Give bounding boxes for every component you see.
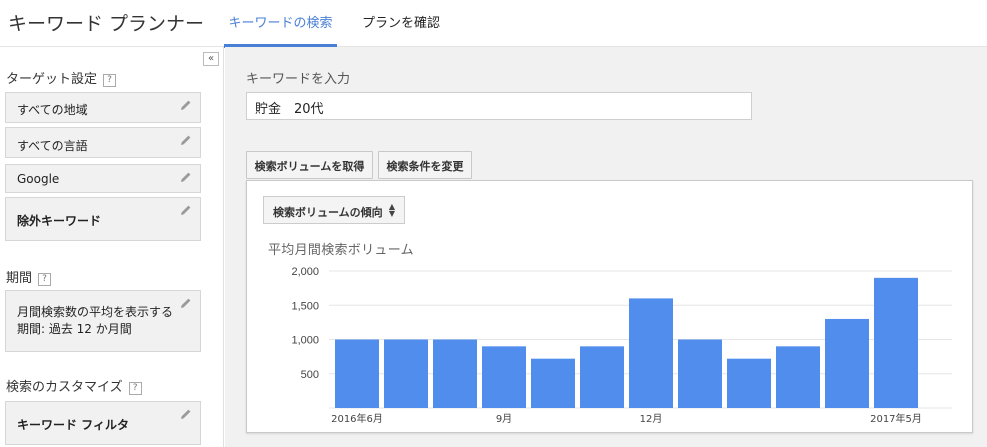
sidebar-item-network[interactable]: Google <box>5 164 201 193</box>
main-content: キーワードを入力 貯金 20代 検索ボリュームを取得 検索条件を変更 検索ボリュ… <box>225 47 987 447</box>
y-tick-label: 2,000 <box>291 266 319 278</box>
keyword-input[interactable]: 貯金 20代 <box>246 92 752 120</box>
help-icon[interactable]: ? <box>128 382 142 395</box>
customize-section-title: 検索のカスタマイズ? <box>6 376 142 395</box>
x-tick-label: 2016年6月 <box>331 412 383 425</box>
sidebar-item-label: Google <box>17 172 60 186</box>
bar[interactable] <box>482 346 526 408</box>
search-volume-chart: 2,000 1,500 1,000 500 2016年6月 9月 12月 2017年5月 <box>291 266 952 425</box>
sidebar: « ターゲット設定? すべての地域 すべての言語 Google 除外キーワード … <box>0 47 224 447</box>
change-criteria-button[interactable]: 検索条件を変更 <box>378 151 472 179</box>
bar[interactable] <box>580 346 624 408</box>
sidebar-item-label: キーワード フィルタ <box>17 418 129 432</box>
x-tick-label: 2017年5月 <box>870 412 922 425</box>
targeting-title: ターゲット設定 <box>6 72 98 87</box>
y-tick-label: 1,000 <box>291 335 319 347</box>
tab-keyword-search[interactable]: キーワードの検索 <box>224 0 337 48</box>
sidebar-item-label: すべての地域 <box>17 103 88 117</box>
sidebar-item-negative-keywords[interactable]: 除外キーワード <box>5 197 201 241</box>
x-tick-label: 9月 <box>496 413 512 425</box>
period-section-title: 期間? <box>6 267 52 286</box>
app-title: キーワード プランナー <box>8 13 205 35</box>
bar[interactable] <box>776 346 820 408</box>
pencil-icon <box>181 100 191 110</box>
bar[interactable] <box>335 339 379 409</box>
sidebar-item-keyword-filter[interactable]: キーワード フィルタ <box>5 401 201 445</box>
pencil-icon <box>181 205 191 215</box>
targeting-section-title: ターゲット設定? <box>6 68 117 87</box>
bar[interactable] <box>433 339 477 409</box>
sidebar-item-languages[interactable]: すべての言語 <box>5 127 201 158</box>
sidebar-item-label: 除外キーワード <box>17 214 102 228</box>
y-tick-label: 500 <box>301 369 319 381</box>
bar[interactable] <box>384 339 428 409</box>
bar[interactable] <box>531 358 575 408</box>
keyword-input-label: キーワードを入力 <box>246 72 351 87</box>
pencil-icon <box>181 409 191 419</box>
period-title: 期間 <box>6 271 33 286</box>
period-range: 期間: 過去 12 か月間 <box>17 322 132 336</box>
header: キーワード プランナー キーワードの検索 プランを確認 <box>0 0 987 48</box>
bar[interactable] <box>825 318 869 408</box>
bar[interactable] <box>727 358 771 408</box>
period-description: 月間検索数の平均を表示する <box>17 305 174 319</box>
results-panel: 検索ボリュームの傾向 ▲ ▼ 平均月間検索ボリューム 2,000 1,500 1,00… <box>246 180 973 433</box>
bar[interactable] <box>629 298 673 408</box>
bar[interactable] <box>874 277 918 408</box>
pencil-icon <box>181 135 191 145</box>
pencil-icon <box>181 298 191 308</box>
help-icon[interactable]: ? <box>103 74 117 87</box>
help-icon[interactable]: ? <box>38 273 52 286</box>
sidebar-item-period[interactable]: 月間検索数の平均を表示する 期間: 過去 12 か月間 <box>5 290 201 352</box>
collapse-sidebar-button[interactable]: « <box>203 52 219 66</box>
customize-title: 検索のカスタマイズ <box>6 380 123 395</box>
tab-review-plan[interactable]: プランを確認 <box>362 0 440 47</box>
bar[interactable] <box>678 339 722 409</box>
x-tick-label: 12月 <box>640 413 663 425</box>
pencil-icon <box>181 172 191 182</box>
sidebar-item-locations[interactable]: すべての地域 <box>5 92 201 123</box>
sidebar-item-label: すべての言語 <box>17 139 88 153</box>
y-tick-label: 1,500 <box>291 300 319 312</box>
get-search-volume-button[interactable]: 検索ボリュームを取得 <box>246 151 373 179</box>
